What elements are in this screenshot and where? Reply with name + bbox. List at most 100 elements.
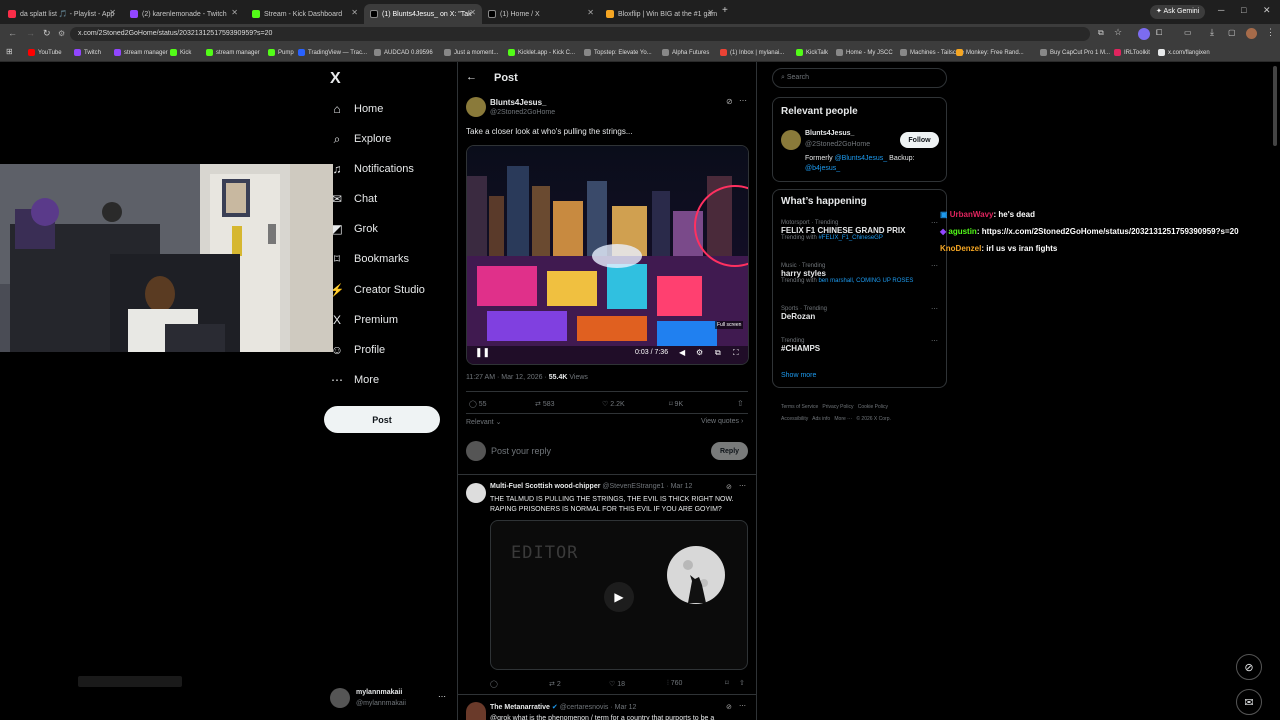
trend-item[interactable]: Music · Trending harry styles Trending w… — [781, 263, 941, 284]
volume-icon[interactable]: ◀ — [679, 348, 685, 357]
sidepanel-icon[interactable]: ▭ — [1184, 28, 1192, 37]
pause-icon[interactable]: ❚❚ — [475, 347, 490, 358]
reload-icon[interactable]: ↻ — [43, 28, 51, 39]
trend-menu-icon[interactable]: ⋯ — [931, 219, 938, 227]
post-video[interactable]: Full screen ❚❚ 0:03 / 7:36 ◀ ⚙ ⧉ ⛶ — [466, 145, 749, 365]
share-icon[interactable]: ⇧ — [739, 679, 745, 687]
browser-tab[interactable]: Bloxflip | Win BIG at the #1 gam ✕ — [600, 4, 720, 24]
account-avatar[interactable] — [330, 688, 350, 708]
author-handle[interactable]: @2Stoned2GoHome — [490, 109, 555, 116]
ask-gemini-button[interactable]: ✦ Ask Gemini — [1150, 5, 1206, 19]
reply-avatar[interactable] — [466, 702, 486, 720]
close-tab-icon[interactable]: ✕ — [351, 8, 358, 17]
trend-menu-icon[interactable]: ⋯ — [931, 337, 938, 345]
person-avatar[interactable] — [781, 130, 801, 150]
reply-icon[interactable]: ◯ — [490, 680, 498, 688]
bio-link[interactable]: @b4jesus_ — [805, 165, 840, 172]
grok-icon[interactable]: ⊘ — [726, 483, 732, 491]
play-icon[interactable]: ▶ — [604, 582, 634, 612]
pip-icon[interactable]: ⧉ — [715, 348, 721, 358]
profile-avatar[interactable] — [1246, 28, 1257, 39]
show-more-link[interactable]: Show more — [781, 372, 816, 379]
grok-float-icon[interactable]: ⊘ — [1236, 654, 1262, 680]
bookmark-item[interactable]: TradingView — Trac... — [298, 49, 367, 56]
bookmark-item[interactable]: x.com/flangixen — [1158, 49, 1210, 56]
page-scrollbar[interactable] — [1273, 66, 1277, 146]
bookmark-item[interactable]: Home - My JSCC — [836, 49, 893, 56]
nav-more[interactable]: ⋯ More — [330, 368, 379, 392]
reply-author-handle[interactable]: @StevenEStrange1 · Mar 12 — [602, 483, 692, 490]
nav-creator-studio[interactable]: ⚡ Creator Studio — [330, 278, 425, 302]
bookmark-item[interactable]: Buy CapCut Pro 1 M... — [1040, 49, 1110, 56]
views-action[interactable]: ⫶ 760 — [667, 680, 682, 688]
bookmark-item[interactable]: Topstep: Elevate Yo... — [584, 49, 652, 56]
close-tab-icon[interactable]: ✕ — [587, 8, 594, 17]
settings-icon[interactable]: ⚙ — [696, 348, 703, 357]
trend-menu-icon[interactable]: ⋯ — [931, 262, 938, 270]
browser-tab-active[interactable]: (1) Blunts4Jesus_ on X: "Tak ✕ — [364, 4, 482, 24]
reply-menu-icon[interactable]: ⋯ — [739, 482, 746, 490]
person-name[interactable]: Blunts4Jesus_ — [805, 130, 854, 137]
bookmark-item[interactable]: KickTalk — [796, 49, 828, 56]
browser-tab[interactable]: (2) karenlemonade - Twitch ✕ — [124, 4, 244, 24]
reply-avatar[interactable] — [466, 483, 486, 503]
trend-menu-icon[interactable]: ⋯ — [931, 305, 938, 313]
bookmark-item[interactable]: Pump — [268, 49, 294, 56]
nav-home[interactable]: ⌂ Home — [330, 97, 383, 121]
x-logo[interactable]: X — [330, 70, 341, 88]
footer-link[interactable]: Cookie Policy — [858, 404, 888, 410]
author-avatar[interactable] — [466, 97, 486, 117]
reply-menu-icon[interactable]: ⋯ — [739, 702, 746, 710]
view-quotes-link[interactable]: View quotes › — [701, 418, 743, 425]
footer-link[interactable]: Privacy Policy — [822, 404, 853, 410]
bookmark-item[interactable]: stream manager — [114, 49, 168, 56]
bookmark-item[interactable]: Monkey: Free Rand... — [956, 49, 1024, 56]
forward-icon[interactable]: → — [26, 28, 35, 38]
nav-chat[interactable]: ✉ Chat — [330, 187, 377, 211]
footer-link[interactable]: Accessibility — [781, 416, 808, 422]
browser-tab[interactable]: da splatt list 🎵 - Playlist - App ✕ — [2, 4, 122, 24]
apps-grid-icon[interactable]: ⊞ — [6, 47, 13, 56]
like-action[interactable]: ♡ 2.2K — [602, 400, 625, 408]
grok-icon[interactable]: ⊘ — [726, 703, 732, 711]
extension-icon[interactable] — [1138, 28, 1150, 40]
bio-link[interactable]: @Blunts4Jesus_ — [835, 155, 888, 162]
nav-grok[interactable]: ◩ Grok — [330, 217, 378, 241]
account-menu-icon[interactable]: ⋯ — [438, 692, 446, 701]
close-tab-icon[interactable]: ✕ — [231, 8, 238, 17]
download-icon[interactable]: ⤓ — [1210, 27, 1214, 38]
new-tab-button[interactable]: + — [722, 5, 728, 16]
author-name[interactable]: Blunts4Jesus_ — [490, 98, 546, 107]
reply-author-name[interactable]: Multi-Fuel Scottish wood-chipper — [490, 483, 600, 490]
fullscreen-icon[interactable]: ⛶ — [733, 348, 739, 358]
reply-video[interactable]: EDITOR ▶ — [490, 520, 748, 670]
nav-profile[interactable]: ☺ Profile — [330, 338, 385, 362]
grok-icon[interactable]: ⊘ — [726, 97, 733, 106]
repost-action[interactable]: ⇄ 583 — [535, 400, 555, 408]
minimize-icon[interactable]: ─ — [1218, 5, 1224, 15]
trend-sub-link[interactable]: ben marshall, COMING UP ROSES — [818, 278, 913, 284]
close-tab-icon[interactable]: ✕ — [109, 8, 116, 17]
footer-link[interactable]: Ads info — [812, 416, 830, 422]
bookmark-action[interactable]: ⌑ 9K — [669, 400, 683, 408]
reply-action[interactable]: ◯ 55 — [469, 400, 487, 408]
bookmark-item[interactable]: YouTube — [28, 49, 62, 56]
nav-premium[interactable]: X Premium — [330, 308, 398, 332]
browser-tab[interactable]: (1) Home / X ✕ — [482, 4, 600, 24]
footer-link[interactable]: More ··· — [834, 416, 852, 422]
bookmark-item[interactable]: (1) Inbox | mylanai... — [720, 49, 784, 56]
reply-button[interactable]: Reply — [711, 442, 748, 460]
reply-author-name[interactable]: The Metanarrative — [490, 704, 550, 711]
reply-author-handle[interactable]: @certaresnovis · Mar 12 — [560, 704, 637, 711]
follow-button[interactable]: Follow — [900, 132, 939, 148]
cast-icon[interactable]: ▢ — [1228, 28, 1236, 37]
trend-item[interactable]: Sports · Trending DeRozan — [781, 306, 941, 321]
trend-item[interactable]: Motorsport · Trending FELIX F1 CHINESE G… — [781, 220, 941, 241]
bookmark-item[interactable]: IRLToolkit — [1114, 49, 1150, 56]
site-info-icon[interactable]: ⚙ — [58, 29, 65, 38]
bookmark-star-icon[interactable]: ☆ — [1114, 27, 1122, 38]
nav-bookmarks[interactable]: ⌑ Bookmarks — [330, 247, 409, 271]
bookmark-icon[interactable]: ⌑ — [725, 679, 729, 687]
browser-menu-icon[interactable]: ⋮ — [1266, 27, 1275, 38]
like-action[interactable]: ♡ 18 — [609, 680, 625, 688]
